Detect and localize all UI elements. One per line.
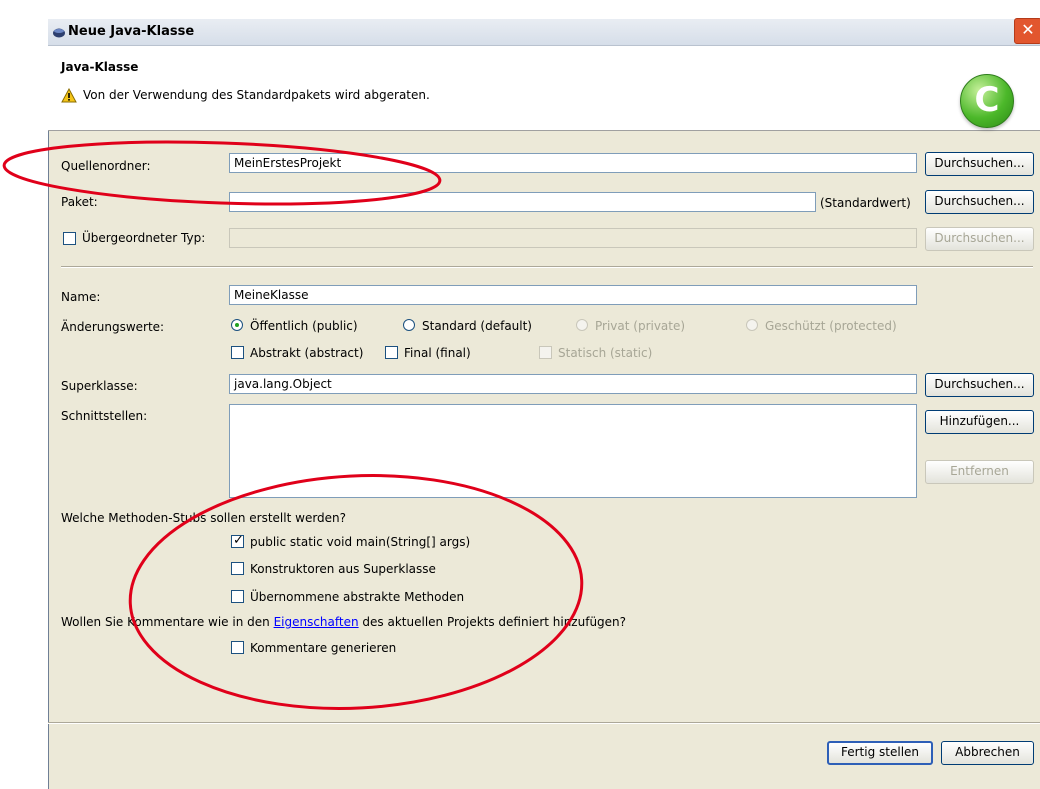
annotation-overlay — [2, 140, 584, 710]
annotation-ellipse-source-folder — [2, 140, 442, 206]
annotation-ellipse-stubs — [128, 474, 584, 710]
